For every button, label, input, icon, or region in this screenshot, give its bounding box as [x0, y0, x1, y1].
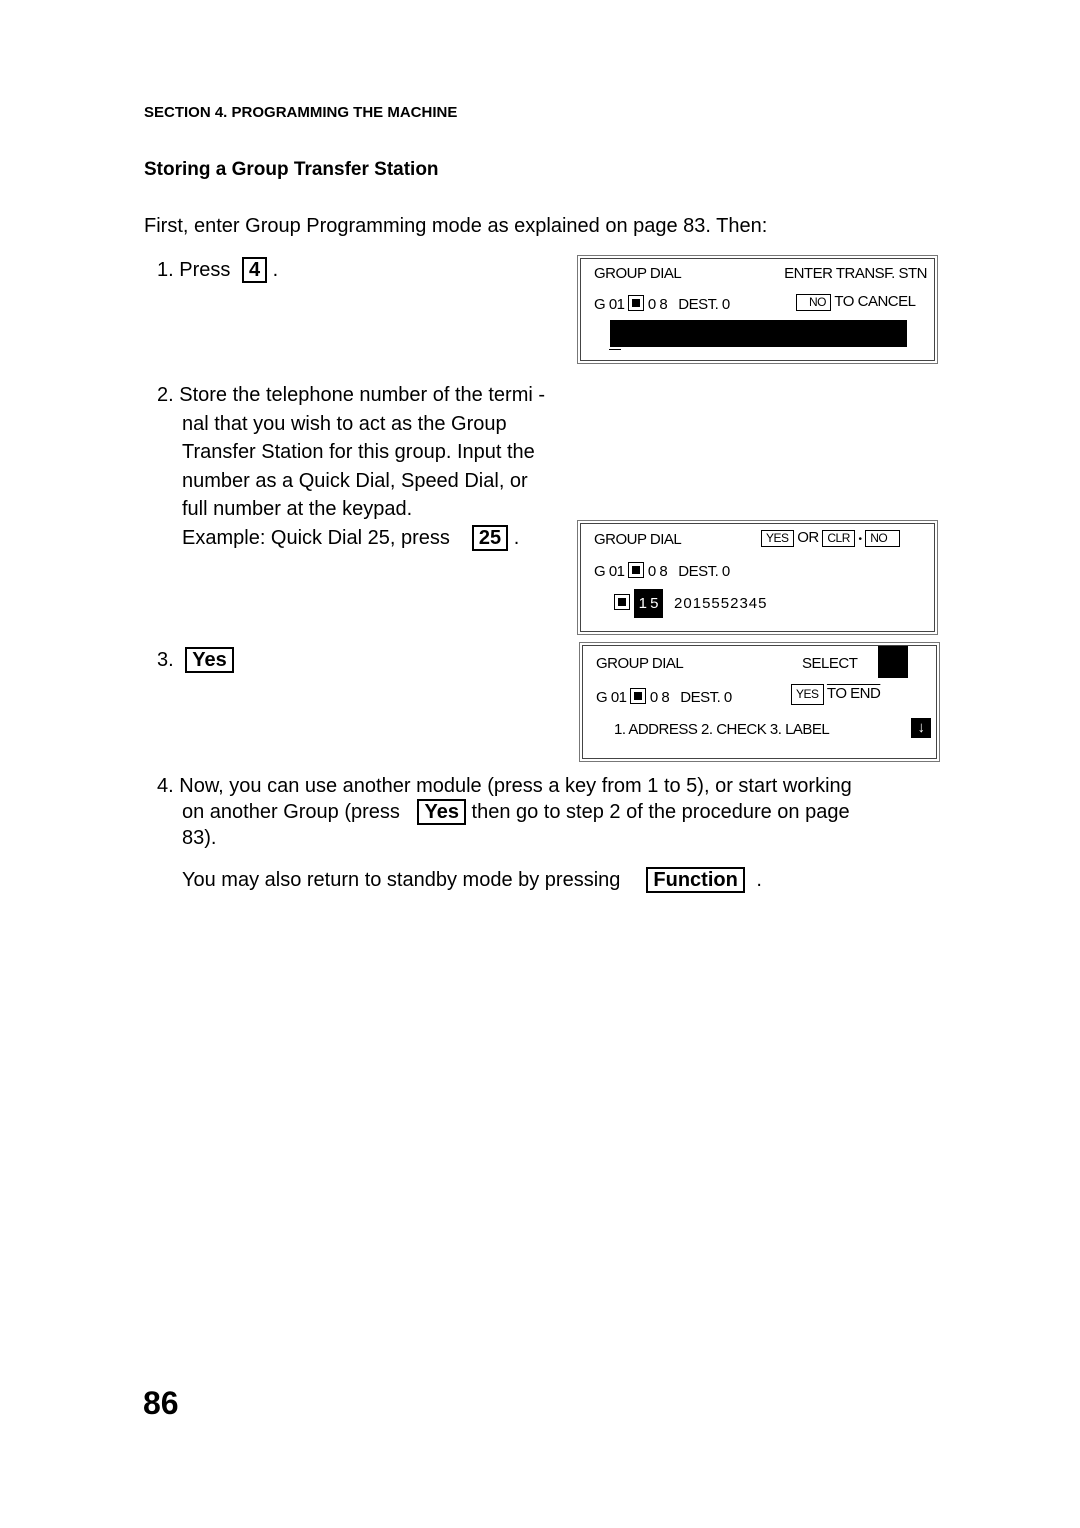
yes-key-label: YES: [761, 530, 794, 547]
step-3: 3. Yes: [157, 647, 234, 673]
square-icon: [628, 562, 645, 578]
cancel-label: TO CANCEL: [834, 293, 916, 310]
yes-key: Yes: [185, 647, 234, 673]
step-text: Press: [179, 259, 231, 281]
step-4: 4. Now, you can use another module (pres…: [157, 773, 852, 893]
lcd-display-3: GROUP DIAL SELECT G 01 0 8 DEST. 0 YES T…: [579, 642, 940, 762]
phone-number: 2015552345: [674, 595, 768, 612]
lcd-menu: 1. ADDRESS 2. CHECK 3. LABEL: [614, 721, 830, 738]
lcd-display-1: GROUP DIAL ENTER TRANSF. STN G 01 0 8 DE…: [577, 255, 938, 364]
quick-dial-number: 1 5: [633, 589, 664, 618]
step-text: Store the telephone number of the termi …: [179, 384, 546, 406]
input-field-highlight: [610, 320, 907, 347]
step-text: Transfer Station for this group. Input t…: [182, 441, 535, 463]
step-1: 1. Press 4 .: [157, 257, 278, 283]
step-text: then go to step 2 of the procedure on pa…: [471, 801, 850, 823]
period: .: [272, 259, 279, 281]
group-index: 0 8: [647, 296, 668, 313]
lcd-title: GROUP DIAL: [594, 531, 682, 548]
standby-text: You may also return to standby mode by p…: [182, 869, 621, 891]
key-4: 4: [241, 257, 268, 283]
lcd-prompt: ENTER TRANSF. STN: [784, 265, 927, 282]
step-text: Now, you can use another module (press a…: [179, 775, 852, 797]
key-25: 25: [471, 524, 509, 551]
group-number: G 01: [596, 689, 627, 706]
page-number: 86: [143, 1385, 179, 1421]
lcd-entry-row: 1 5 2015552345: [614, 589, 767, 618]
dot: •: [858, 534, 863, 545]
lcd-status-row: G 01 0 8 DEST. 0: [594, 295, 730, 313]
square-icon: [614, 594, 630, 610]
no-key-label: NO: [865, 530, 901, 547]
no-key-label: NO: [796, 294, 831, 311]
clr-key-label: CLR: [822, 530, 855, 547]
lcd-title: GROUP DIAL: [596, 655, 684, 672]
section-header: SECTION 4. PROGRAMMING THE MACHINE: [144, 104, 458, 121]
step-number: 1.: [157, 259, 174, 281]
example-text: Example: Quick Dial 25, press: [182, 526, 450, 549]
step-text: 83).: [182, 827, 217, 849]
select-label: SELECT: [802, 655, 858, 672]
step-text: number as a Quick Dial, Speed Dial, or: [182, 469, 528, 492]
yes-key-label: YES: [791, 684, 824, 705]
lcd-end: YES TO END: [791, 684, 881, 705]
square-icon: [628, 295, 645, 311]
period: .: [756, 869, 762, 891]
group-index: 0 8: [647, 563, 668, 580]
cursor-block: [878, 646, 908, 678]
step-text: full number at the keypad.: [182, 498, 413, 520]
group-number: G 01: [594, 563, 625, 580]
step-2: 2. Store the telephone number of the ter…: [157, 381, 545, 552]
lcd-cancel: NO TO CANCEL: [796, 293, 916, 311]
dest-count: DEST. 0: [678, 563, 730, 580]
yes-key: Yes: [417, 799, 466, 825]
step-number: 4.: [157, 775, 174, 797]
intro-text: First, enter Group Programming mode as e…: [144, 215, 768, 237]
period: .: [513, 526, 520, 549]
lcd-status-row: G 01 0 8 DEST. 0: [594, 562, 730, 580]
dest-count: DEST. 0: [680, 689, 732, 706]
end-label: TO END: [826, 685, 881, 702]
lcd-status-row: G 01 0 8 DEST. 0: [596, 688, 732, 706]
lcd-display-2: GROUP DIAL YES OR CLR • NO G 01 0 8 DEST…: [577, 520, 938, 635]
manual-page: SECTION 4. PROGRAMMING THE MACHINE Stori…: [0, 0, 1080, 1528]
step-number: 2.: [157, 384, 174, 406]
group-index: 0 8: [649, 689, 670, 706]
lcd-prompt: YES OR CLR • NO: [761, 529, 901, 547]
step-number: 3.: [157, 649, 174, 671]
page-title: Storing a Group Transfer Station: [144, 159, 439, 180]
step-text: on another Group (press: [182, 801, 400, 823]
or-text: OR: [797, 529, 819, 546]
lcd-title: GROUP DIAL: [594, 265, 682, 282]
step-text: nal that you wish to act as the Group: [182, 412, 507, 435]
dest-count: DEST. 0: [678, 296, 730, 313]
cursor: [609, 349, 621, 350]
arrow-down-icon: ↓: [911, 718, 931, 738]
function-key: Function: [646, 867, 745, 893]
square-icon: [630, 688, 647, 704]
group-number: G 01: [594, 296, 625, 313]
